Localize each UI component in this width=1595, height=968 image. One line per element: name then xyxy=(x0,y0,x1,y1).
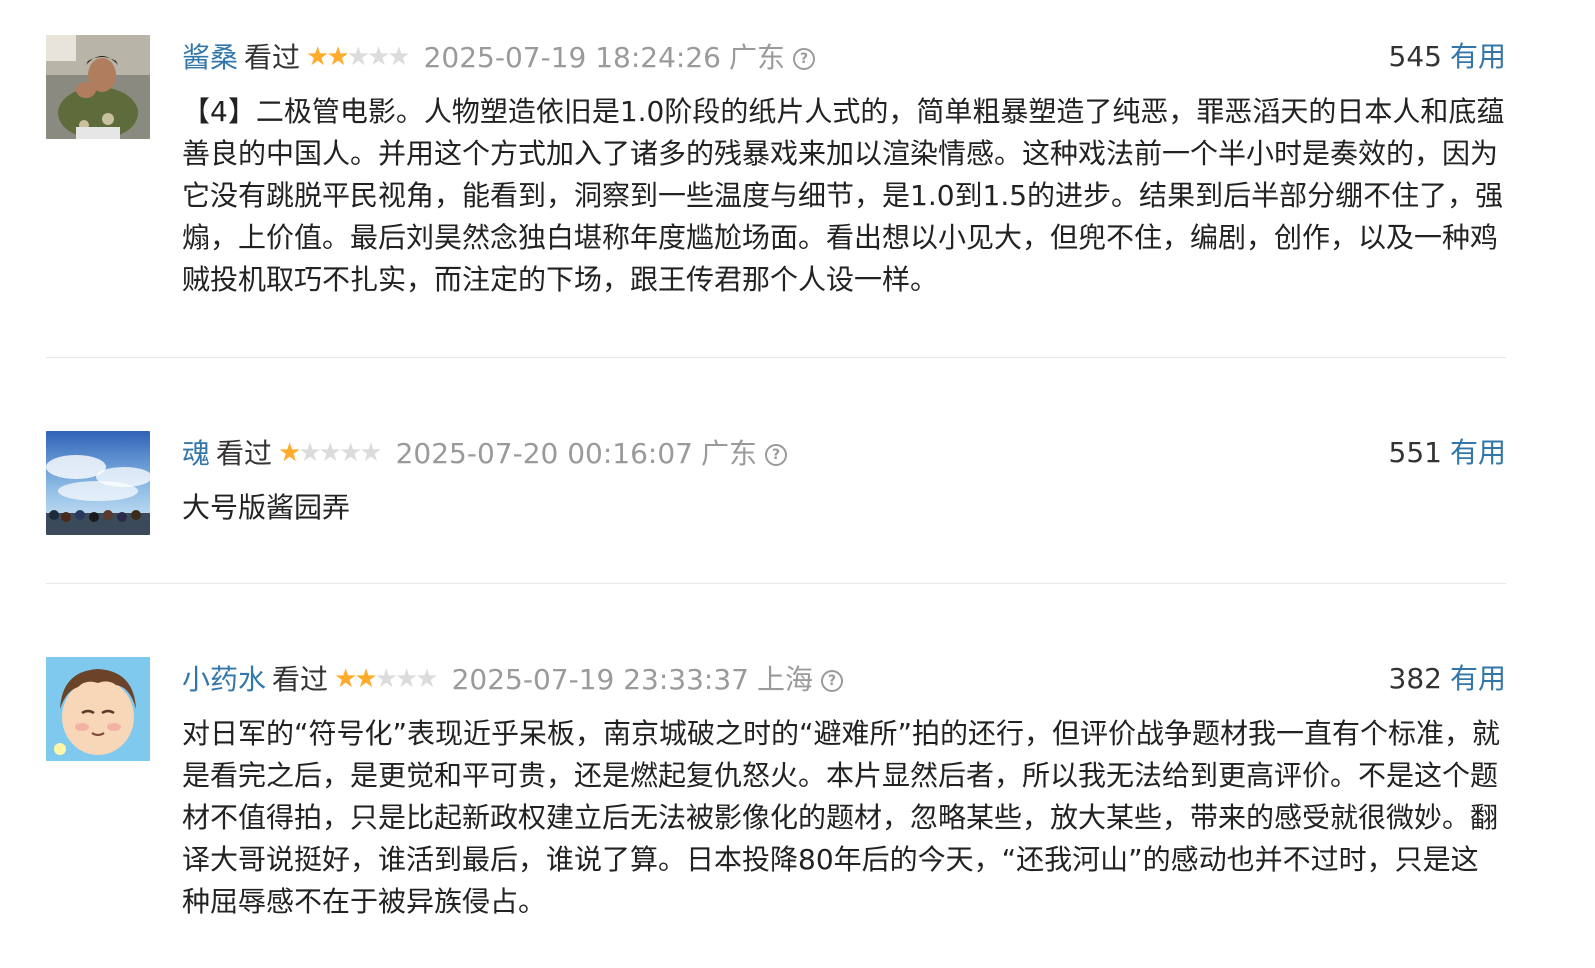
comment-location: 广东 xyxy=(700,437,757,470)
comment-content: 对日军的“符号化”表现近乎呆板，南京城破之时的“避难所”拍的还行，但评价战争题材… xyxy=(182,717,1501,918)
useful-button[interactable]: 有用 xyxy=(1450,662,1506,695)
comment-content: 大号版酱园弄 xyxy=(182,491,351,524)
star-icon: ★ xyxy=(387,42,410,72)
watch-status: 看过 xyxy=(216,437,273,470)
avatar[interactable] xyxy=(46,35,150,139)
star-icon: ★ xyxy=(415,664,438,694)
star-icon: ★ xyxy=(354,664,377,694)
comment-body: 魂看过 ★★★★★ 2025-07-20 00:16:07 广东? 551 有用 大号版… xyxy=(182,431,1506,529)
star-icon: ★ xyxy=(338,438,362,468)
comment-location: 上海 xyxy=(756,663,813,696)
comment-meta: 魂看过 ★★★★★ 2025-07-20 00:16:07 广东? 551 有用 xyxy=(182,431,1506,475)
username-link[interactable]: 小药水 xyxy=(182,663,266,696)
star-icon: ★ xyxy=(359,438,382,468)
vote-area: 551 有用 xyxy=(1389,431,1506,475)
avatar[interactable] xyxy=(46,431,150,535)
comment-time: 2025-07-19 18:24:26 xyxy=(423,41,721,74)
comment-location: 广东 xyxy=(728,41,785,74)
avatar[interactable] xyxy=(46,657,150,761)
comment-list: 酱桑 看过 ★★★★★ 2025-07-19 18:24:26 广东? 545 有用 【4… xyxy=(0,0,1595,968)
divider xyxy=(46,583,1506,584)
comment-body: 酱桑 看过 ★★★★★ 2025-07-19 18:24:26 广东? 545 有用 【4… xyxy=(182,35,1506,301)
star-icon: ★ xyxy=(334,664,357,694)
watch-status: 看过 xyxy=(272,663,329,696)
rating-stars: ★★★★★ xyxy=(278,431,383,475)
star-icon: ★ xyxy=(326,42,349,72)
comment-meta: 酱桑 看过 ★★★★★ 2025-07-19 18:24:26 广东? 545 有用 xyxy=(182,35,1506,79)
star-icon: ★ xyxy=(318,438,342,468)
star-icon: ★ xyxy=(346,42,370,72)
info-icon[interactable]: ? xyxy=(765,444,787,466)
vote-count: 382 xyxy=(1388,662,1442,695)
vote-area: 545 有用 xyxy=(1389,35,1506,79)
watch-status: 看过 xyxy=(244,41,301,74)
useful-button[interactable]: 有用 xyxy=(1450,436,1506,469)
useful-button[interactable]: 有用 xyxy=(1450,40,1506,73)
info-icon[interactable]: ? xyxy=(793,48,815,70)
username-link[interactable]: 酱桑 xyxy=(182,41,238,74)
divider xyxy=(46,357,1506,358)
comment-content: 【4】二极管电影。人物塑造依旧是1.0阶段的纸片人式的，简单粗暴塑造了纯恶，罪恶… xyxy=(182,95,1505,296)
star-icon: ★ xyxy=(278,438,301,468)
star-icon: ★ xyxy=(374,664,398,694)
rating-stars: ★★★★★ xyxy=(306,35,411,79)
comment-body: 小药水 看过 ★★★★★ 2025-07-19 23:33:37 上海? 382 有用 对… xyxy=(182,657,1506,923)
vote-area: 382 有用 xyxy=(1389,657,1506,701)
username-link[interactable]: 魂 xyxy=(182,437,210,470)
vote-count: 545 xyxy=(1388,40,1442,73)
star-icon: ★ xyxy=(366,42,390,72)
comment-meta: 小药水 看过 ★★★★★ 2025-07-19 23:33:37 上海? 382 有用 xyxy=(182,657,1506,701)
star-icon: ★ xyxy=(394,664,418,694)
comment-time: 2025-07-20 00:16:07 xyxy=(395,437,693,470)
star-icon: ★ xyxy=(306,42,329,72)
comment-time: 2025-07-19 23:33:37 xyxy=(451,663,749,696)
avatar-image-3 xyxy=(46,657,150,761)
star-icon: ★ xyxy=(298,438,321,468)
info-icon[interactable]: ? xyxy=(821,670,843,692)
rating-stars: ★★★★★ xyxy=(334,657,439,701)
avatar-image-1 xyxy=(46,35,150,139)
avatar-image-2 xyxy=(46,431,150,535)
vote-count: 551 xyxy=(1388,436,1442,469)
